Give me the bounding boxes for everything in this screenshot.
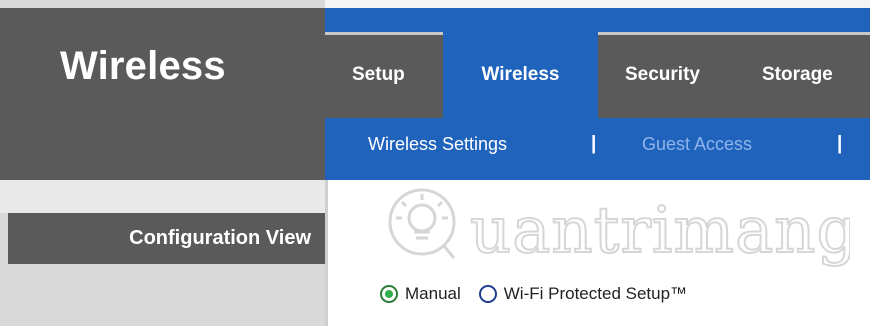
watermark-graphic: uantrimang — [388, 188, 858, 269]
radio-manual[interactable]: Manual — [380, 284, 461, 304]
config-mode-options: Manual Wi-Fi Protected Setup™ — [380, 280, 705, 308]
configuration-view-bar: Configuration View — [8, 213, 325, 264]
subnav-separator: | — [591, 133, 597, 154]
top-blue-strip — [325, 8, 870, 32]
left-bottom-panel — [0, 264, 325, 326]
tab-wireless[interactable]: Wireless — [443, 32, 598, 118]
radio-wps[interactable]: Wi-Fi Protected Setup™ — [478, 284, 688, 304]
radio-wps-indicator[interactable] — [478, 285, 497, 303]
tab-setup[interactable]: Setup — [352, 32, 405, 118]
page-header: Wireless — [0, 8, 325, 180]
radio-wps-label: Wi-Fi Protected Setup™ — [503, 284, 688, 303]
left-gap — [0, 180, 325, 213]
watermark-text: uantrimang — [470, 194, 850, 268]
radio-manual-label: Manual — [405, 284, 461, 303]
tab-security[interactable]: Security — [625, 32, 700, 118]
subnav-guest-access[interactable]: Guest Access — [642, 134, 752, 155]
radio-selected-dot — [385, 290, 393, 298]
watermark: uantrimang — [380, 180, 858, 280]
main-tab-bar: Setup Wireless Security Storage — [325, 32, 870, 118]
tab-storage[interactable]: Storage — [762, 32, 833, 118]
sub-navigation-bar: Wireless Settings | Guest Access | — [325, 118, 870, 180]
lightbulb-icon — [388, 188, 456, 259]
configuration-view-label: Configuration View — [129, 227, 311, 249]
page-title: Wireless — [60, 44, 226, 88]
subnav-wireless-settings[interactable]: Wireless Settings — [368, 134, 507, 155]
radio-manual-indicator[interactable] — [380, 285, 398, 303]
subnav-separator: | — [837, 133, 843, 154]
